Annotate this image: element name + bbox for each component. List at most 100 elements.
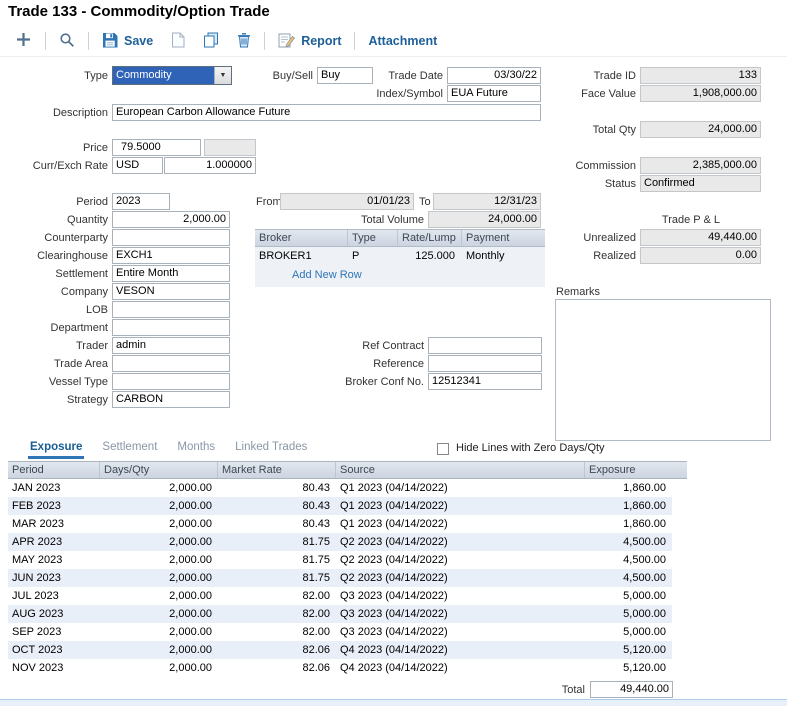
broker-col-header: Rate/Lump [398,230,462,246]
exposure-cell: Q4 2023 (04/14/2022) [336,641,585,659]
tab-exposure[interactable]: Exposure [28,439,84,459]
trade-area-label: Trade Area [8,356,108,373]
description-field[interactable]: European Carbon Allowance Future [112,104,541,121]
exposure-cell: AUG 2023 [8,605,100,623]
broker-col-header: Type [348,230,398,246]
remarks-textarea[interactable] [555,299,771,441]
exposure-row[interactable]: MAY 20232,000.0081.75Q2 2023 (04/14/2022… [8,551,672,569]
exposure-row[interactable]: JAN 20232,000.0080.43Q1 2023 (04/14/2022… [8,479,672,497]
reference-label: Reference [324,356,424,373]
exposure-row[interactable]: OCT 20232,000.0082.06Q4 2023 (04/14/2022… [8,641,672,659]
exposure-row[interactable]: JUN 20232,000.0081.75Q2 2023 (04/14/2022… [8,569,672,587]
search-button[interactable] [50,29,84,54]
col-header-source[interactable]: Source [336,462,585,478]
exposure-cell: 82.00 [218,587,336,605]
currency-field[interactable]: USD [112,157,163,174]
trader-field[interactable]: admin [112,337,230,354]
bottom-strip [0,699,787,706]
exposure-cell: 82.00 [218,623,336,641]
face-value-field: 1,908,000.00 [640,85,761,102]
settlement-field[interactable]: Entire Month [112,265,230,282]
lob-field[interactable] [112,301,230,318]
col-header-market-rate[interactable]: Market Rate [218,462,336,478]
exposure-row[interactable]: AUG 20232,000.0082.00Q3 2023 (04/14/2022… [8,605,672,623]
exposure-cell: 82.00 [218,605,336,623]
exposure-cell: 2,000.00 [100,515,218,533]
exposure-row[interactable]: FEB 20232,000.0080.43Q1 2023 (04/14/2022… [8,497,672,515]
exposure-cell: Q1 2023 (04/14/2022) [336,515,585,533]
ref-contract-label: Ref Contract [324,338,424,355]
reference-field[interactable] [428,355,542,372]
exposure-row[interactable]: NOV 20232,000.0082.06Q4 2023 (04/14/2022… [8,659,672,677]
strategy-field[interactable]: CARBON [112,391,230,408]
exposure-cell: 2,000.00 [100,659,218,677]
tab-settlement[interactable]: Settlement [100,439,159,459]
exposure-cell: NOV 2023 [8,659,100,677]
counterparty-field[interactable] [112,229,230,246]
toolbar: Save Report Attachment [6,27,446,55]
search-icon [59,32,75,51]
exposure-cell: 5,000.00 [585,587,672,605]
company-field[interactable]: VESON [112,283,230,300]
exposure-cell: Q2 2023 (04/14/2022) [336,533,585,551]
delete-button[interactable] [228,29,260,54]
exposure-cell: 1,860.00 [585,497,672,515]
to-field: 12/31/23 [433,193,541,210]
save-button[interactable]: Save [93,29,162,54]
clearinghouse-field[interactable]: EXCH1 [112,247,230,264]
exposure-cell: 2,000.00 [100,569,218,587]
vessel-type-field[interactable] [112,373,230,390]
exposure-row[interactable]: JUL 20232,000.0082.00Q3 2023 (04/14/2022… [8,587,672,605]
exposure-row[interactable]: MAR 20232,000.0080.43Q1 2023 (04/14/2022… [8,515,672,533]
exposure-row[interactable]: APR 20232,000.0081.75Q2 2023 (04/14/2022… [8,533,672,551]
broker-conf-no-label: Broker Conf No. [324,374,424,391]
trade-id-label: Trade ID [500,68,636,85]
exposure-cell: JUL 2023 [8,587,100,605]
exch-rate-field[interactable]: 1.000000 [164,157,256,174]
attachment-button[interactable]: Attachment [359,31,446,51]
col-header-exposure[interactable]: Exposure [585,462,687,478]
exposure-row[interactable]: SEP 20232,000.0082.00Q3 2023 (04/14/2022… [8,623,672,641]
department-field[interactable] [112,319,230,336]
exposure-cell: 2,000.00 [100,479,218,497]
broker-cell-rate: 125.000 [398,247,462,265]
copy-button[interactable] [194,29,228,54]
new-button[interactable] [6,28,41,54]
trade-area-field[interactable] [112,355,230,372]
total-label: Total [460,682,585,699]
exposure-cell: 1,860.00 [585,479,672,497]
realized-field: 0.00 [640,247,761,264]
period-field[interactable]: 2023 [112,193,170,210]
page-title: Trade 133 - Commodity/Option Trade [8,3,270,20]
realized-label: Realized [500,248,636,265]
ref-contract-field[interactable] [428,337,542,354]
add-new-row-link[interactable]: Add New Row [292,269,362,281]
total-volume-field: 24,000.00 [428,211,541,228]
quantity-label: Quantity [8,212,108,229]
exposure-cell: 5,000.00 [585,605,672,623]
trade-id-field: 133 [640,67,761,84]
new-document-button[interactable] [162,29,194,54]
col-header-period[interactable]: Period [8,462,100,478]
quantity-field[interactable]: 2,000.00 [112,211,230,228]
tab-months[interactable]: Months [175,439,217,459]
broker-conf-no-field[interactable]: 12512341 [428,373,542,390]
type-select[interactable]: Commodity ▼ [112,66,232,85]
col-header-days-qty[interactable]: Days/Qty [100,462,218,478]
broker-cell-type: P [348,247,398,265]
exposure-cell: 2,000.00 [100,497,218,515]
exposure-cell: 5,000.00 [585,623,672,641]
exposure-cell: Q4 2023 (04/14/2022) [336,659,585,677]
price-field[interactable]: 79.5000 [112,139,201,156]
exposure-cell: 81.75 [218,533,336,551]
exposure-cell: MAR 2023 [8,515,100,533]
report-button[interactable]: Report [269,29,350,54]
chevron-down-icon[interactable]: ▼ [214,67,231,84]
tab-linked-trades[interactable]: Linked Trades [233,439,309,459]
exposure-cell: 5,120.00 [585,659,672,677]
type-label: Type [8,68,108,85]
exposure-cell: 82.06 [218,641,336,659]
toolbar-divider [45,32,46,50]
toolbar-divider [88,32,89,50]
hide-zero-checkbox[interactable] [437,443,449,455]
